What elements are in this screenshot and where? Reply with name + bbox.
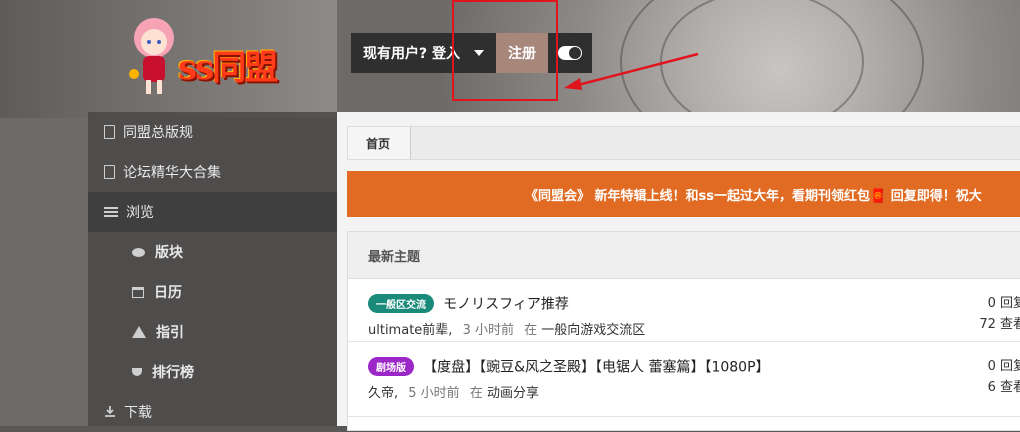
thread-forum-link[interactable]: 一般向游戏交流区 [541, 323, 645, 338]
panel-heading: 最新主题 [348, 232, 1020, 279]
thread-author-link[interactable]: ultimate前辈, [368, 323, 452, 338]
sidebar-item-guide[interactable]: 指引 [88, 312, 337, 352]
document-icon [104, 165, 115, 179]
thread-replies: 0 回复 [987, 359, 1020, 374]
thread-views: 6 查看 [987, 380, 1020, 395]
thread-in-label: 在 [524, 322, 538, 338]
banner-text: 《同盟会》 新年特辑上线！和ss一起过大年，看期刊领红包🧧 回复即得！祝大 [525, 188, 982, 204]
annotation-arrow-icon [564, 52, 699, 90]
sidebar-item-label: 排行榜 [152, 365, 194, 381]
list-item: 一般区交流 モノリスフィア推荐 ultimate前辈, 3 小时前 在 一般向游… [348, 279, 1020, 342]
sidebar-item-label: 论坛精华大合集 [123, 165, 221, 181]
sidebar-item-label: 日历 [154, 285, 182, 301]
sidebar-item-forums[interactable]: 版块 [88, 232, 337, 272]
site-logo[interactable]: ss同盟 [120, 12, 320, 100]
sidebar-item-label: 版块 [155, 245, 183, 261]
download-icon [105, 406, 115, 417]
breadcrumb-home-link[interactable]: 首页 [348, 127, 412, 159]
chat-icon [132, 247, 145, 257]
thread-stats: 0 回复 72 查看 [979, 293, 1020, 335]
sidebar-item-highlights[interactable]: 论坛精华大合集 [88, 152, 337, 192]
sidebar-item-download[interactable]: 下载 [88, 392, 337, 432]
sidebar-item-leaderboard[interactable]: 排行榜 [88, 352, 337, 392]
login-label: 现有用户? 登入 [363, 46, 460, 62]
announcement-banner[interactable]: 《同盟会》 新年特辑上线！和ss一起过大年，看期刊领红包🧧 回复即得！祝大 [347, 171, 1020, 217]
thread-replies: 0 回复 [987, 296, 1020, 311]
sidebar: 同盟总版规 论坛精华大合集 浏览 版块 日历 指引 排行榜 下载 [88, 112, 337, 426]
sidebar-item-rules[interactable]: 同盟总版规 [88, 112, 337, 152]
thread-badge[interactable]: 剧场版 [368, 357, 414, 376]
sidebar-item-label: 浏览 [126, 205, 154, 221]
thread-in-label: 在 [469, 385, 483, 401]
sidebar-item-label: 下载 [124, 405, 152, 421]
thread-title-link[interactable]: モノリスフィア推荐 [443, 297, 569, 313]
sidebar-item-browse[interactable]: 浏览 [88, 192, 337, 232]
thread-badge[interactable]: 一般区交流 [368, 294, 434, 313]
latest-topics-panel: 最新主题 一般区交流 モノリスフィア推荐 ultimate前辈, 3 小时前 在… [347, 231, 1020, 431]
sidebar-item-calendar[interactable]: 日历 [88, 272, 337, 312]
trophy-icon [132, 368, 142, 376]
list-item: 剧场版 【度盘】【豌豆&风之圣殿】【电锯人 蕾塞篇】【1080P】 久帝, 5 … [348, 342, 1020, 417]
thread-forum-link[interactable]: 动画分享 [487, 386, 539, 401]
warning-icon [132, 326, 146, 338]
thread-time: 3 小时前 [462, 322, 514, 338]
annotation-box [452, 0, 558, 101]
breadcrumb: 首页 [347, 126, 1020, 160]
logo-text: ss同盟 [178, 48, 278, 88]
thread-time: 5 小时前 [408, 385, 460, 401]
thread-views: 72 查看 [979, 317, 1020, 332]
list-icon [104, 205, 118, 219]
calendar-icon [132, 286, 144, 298]
thread-title-link[interactable]: 【度盘】【豌豆&风之圣殿】【电锯人 蕾塞篇】【1080P】 [423, 360, 769, 376]
mascot-icon [129, 18, 174, 94]
sidebar-item-label: 指引 [156, 325, 184, 341]
sidebar-item-label: 同盟总版规 [123, 125, 193, 141]
document-icon [104, 125, 115, 139]
main-content: 首页 《同盟会》 新年特辑上线！和ss一起过大年，看期刊领红包🧧 回复即得！祝大… [337, 112, 1020, 431]
thread-stats: 0 回复 6 查看 [988, 356, 1020, 398]
thread-author-link[interactable]: 久帝, [368, 386, 398, 401]
